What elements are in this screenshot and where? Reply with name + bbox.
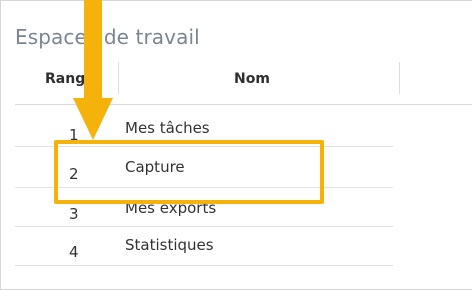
row-name[interactable]: Capture [125, 158, 185, 176]
column-divider[interactable] [118, 62, 119, 94]
column-header-nom[interactable]: Nom [234, 71, 270, 87]
row-rank: 2 [69, 165, 79, 183]
row-rank: 3 [69, 205, 79, 223]
row-divider [15, 265, 393, 266]
panel-title: Espaces de travail [15, 25, 200, 49]
column-divider[interactable] [399, 62, 400, 94]
row-rank: 1 [69, 126, 79, 144]
column-header-rang[interactable]: Rang [45, 71, 85, 87]
row-divider [15, 226, 393, 227]
row-name[interactable]: Statistiques [125, 236, 214, 254]
header-divider [15, 104, 472, 105]
row-divider [15, 146, 393, 147]
workspaces-panel: Espaces de travail Rang Nom 1 Mes tâches… [0, 0, 472, 290]
row-divider [15, 187, 393, 188]
row-rank: 4 [69, 243, 79, 261]
row-name[interactable]: Mes exports [125, 199, 216, 217]
row-name[interactable]: Mes tâches [125, 119, 210, 137]
